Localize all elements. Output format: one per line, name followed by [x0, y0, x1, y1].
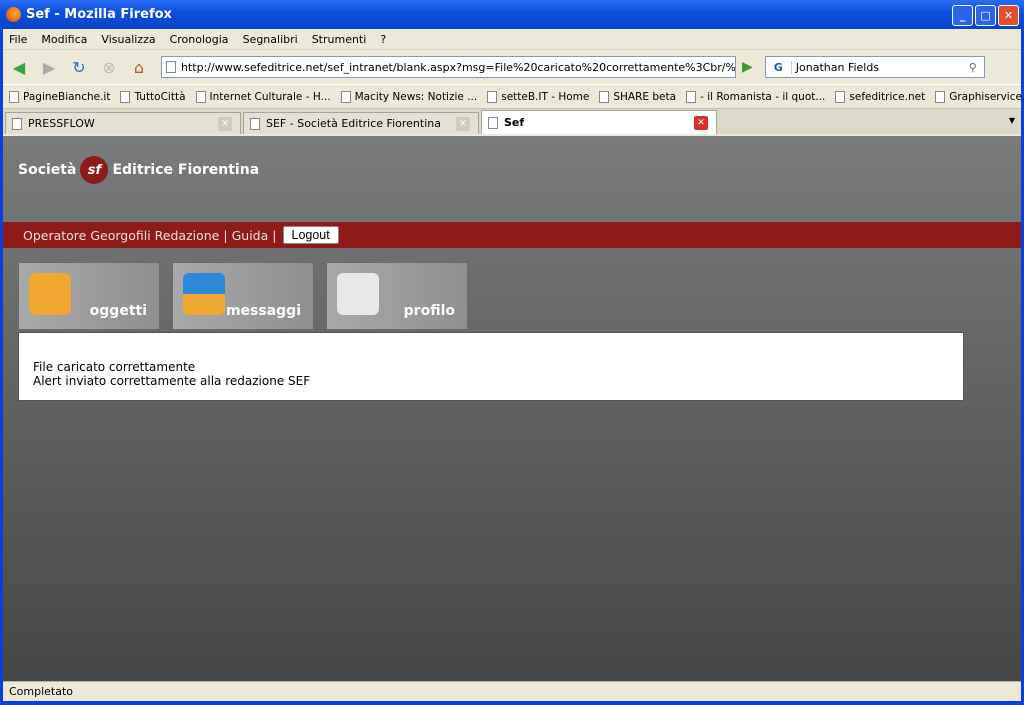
firefox-icon [6, 7, 21, 22]
tab-sef-societa[interactable]: SEF - Società Editrice Fiorentina ✕ [243, 112, 479, 134]
message-line: Alert inviato correttamente alla redazio… [33, 374, 311, 388]
logo[interactable]: Società sf Editrice Fiorentina [18, 156, 259, 184]
close-button[interactable]: ✕ [998, 5, 1019, 26]
close-tab-icon[interactable]: ✕ [694, 115, 708, 130]
navigation-toolbar: ◀ ▶ ↻ ⊗ ⌂ http://www.sefeditrice.net/sef… [3, 50, 1021, 84]
maximize-button[interactable]: □ [975, 5, 996, 26]
menu-file[interactable]: File [9, 33, 27, 46]
bookmark[interactable]: - il Romanista - il quot... [686, 90, 825, 103]
go-icon[interactable]: ▶ [742, 59, 753, 75]
tab-strip: PRESSFLOW ✕ SEF - Società Editrice Fioren… [3, 108, 1021, 134]
search-input[interactable]: G Jonathan Fields ⚲ [764, 56, 985, 78]
bookmark[interactable]: Graphiservice.it [935, 90, 1024, 103]
menu-bar: File Modifica Visualizza Cronologia Segn… [3, 29, 1021, 50]
tab-pressflow[interactable]: PRESSFLOW ✕ [5, 112, 241, 134]
menu-strumenti[interactable]: Strumenti [312, 33, 367, 46]
bookmark[interactable]: Internet Culturale - H... [195, 90, 331, 103]
reload-icon[interactable]: ↻ [67, 55, 91, 79]
close-tab-icon[interactable]: ✕ [218, 116, 232, 131]
bookmark[interactable]: SHARE beta [599, 90, 676, 103]
window-title: Sef - Mozilla Firefox [26, 7, 172, 22]
bookmark[interactable]: Macity News: Notizie ... [340, 90, 477, 103]
menu-modifica[interactable]: Modifica [41, 33, 87, 46]
tile-oggetti[interactable]: oggetti [18, 262, 160, 330]
guida-link[interactable]: Guida [232, 228, 269, 243]
stop-icon[interactable]: ⊗ [97, 55, 121, 79]
url-bar[interactable]: http://www.sefeditrice.net/sef_intranet/… [161, 56, 736, 78]
bookmark[interactable]: PagineBianche.it [9, 90, 110, 103]
user-bar: Operatore Georgofili Redazione | Guida |… [3, 222, 1021, 248]
forward-icon[interactable]: ▶ [37, 55, 61, 79]
page-content: Società sf Editrice Fiorentina Operatore G… [3, 136, 1021, 681]
id-card-icon [337, 273, 379, 315]
window-titlebar: Sef - Mozilla Firefox _ □ ✕ [0, 0, 1024, 29]
message-box: File caricato correttamente Alert inviat… [18, 332, 964, 401]
inbox-icon [183, 273, 225, 315]
minimize-button[interactable]: _ [952, 5, 973, 26]
bookmark[interactable]: TuttoCittà [120, 90, 186, 103]
bookmarks-toolbar: PagineBianche.it TuttoCittà Internet Cul… [3, 84, 1024, 108]
menu-segnalibri[interactable]: Segnalibri [243, 33, 298, 46]
logout-button[interactable]: Logout [282, 226, 339, 244]
search-icon[interactable]: ⚲ [962, 61, 984, 74]
bookmark[interactable]: sefeditrice.net [835, 90, 925, 103]
google-icon[interactable]: G [766, 60, 792, 74]
tile-profilo[interactable]: profilo [326, 262, 468, 330]
message-line: File caricato correttamente [33, 360, 196, 374]
menu-cronologia[interactable]: Cronologia [170, 33, 229, 46]
back-icon[interactable]: ◀ [7, 55, 31, 79]
bookmark[interactable]: setteB.IT - Home [487, 90, 589, 103]
puzzle-icon [29, 273, 71, 315]
tab-sef[interactable]: Sef ✕ [481, 110, 717, 134]
tab-list-icon[interactable]: ▼ [1009, 116, 1015, 125]
logo-seal: sf [80, 156, 109, 184]
home-icon[interactable]: ⌂ [127, 55, 151, 79]
user-name: Operatore Georgofili Redazione [23, 227, 220, 243]
close-tab-icon[interactable]: ✕ [456, 116, 470, 131]
page-icon [166, 61, 176, 73]
tile-messaggi[interactable]: messaggi [172, 262, 314, 330]
menu-visualizza[interactable]: Visualizza [101, 33, 155, 46]
menu-help[interactable]: ? [380, 33, 386, 46]
status-bar: Completato [3, 681, 1021, 701]
